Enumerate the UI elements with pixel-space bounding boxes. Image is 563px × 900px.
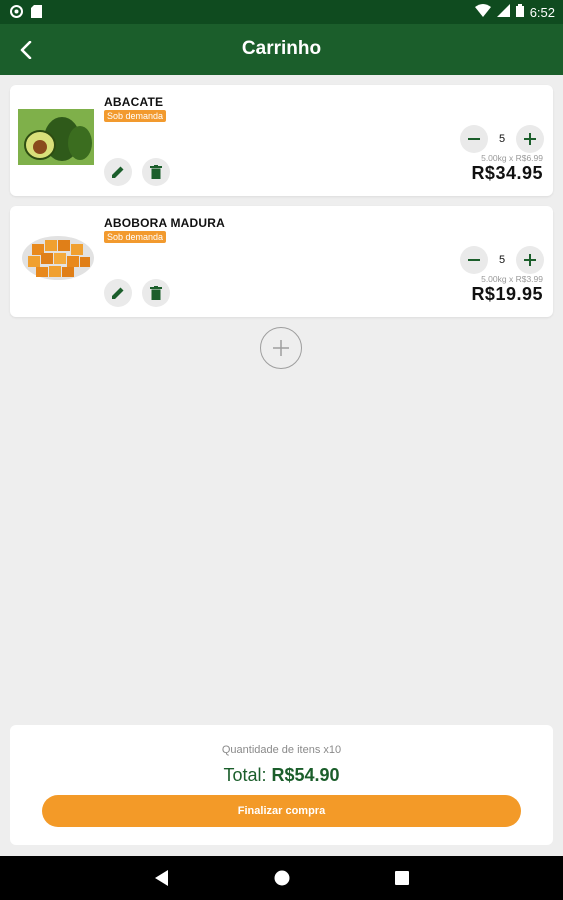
product-image-avocado [18,109,94,165]
sd-card-icon [31,5,42,23]
circle-home-icon [274,870,290,886]
quantity-value: 5 [498,254,506,266]
battery-icon [515,4,524,20]
pencil-icon [112,287,124,299]
minus-icon [468,259,480,261]
increase-quantity-button[interactable] [516,246,544,274]
total-label: Total: [223,765,267,785]
add-item-button[interactable] [260,327,302,369]
decrease-quantity-button[interactable] [460,246,488,274]
decrease-quantity-button[interactable] [460,125,488,153]
product-name: ABACATE [104,95,164,109]
product-name: ABOBORA MADURA [104,216,226,230]
plus-icon [273,340,289,356]
delete-button[interactable] [142,158,170,186]
nav-back-button[interactable] [150,866,174,890]
trash-icon [150,286,162,300]
pencil-icon [112,166,124,178]
delete-button[interactable] [142,279,170,307]
edit-button[interactable] [104,158,132,186]
unit-price-detail: 5.00kg x R$6.99 [481,153,543,163]
navigation-bar [0,856,563,900]
plus-icon [524,254,536,266]
items-count: Quantidade de itens x10 [221,744,342,756]
status-badge: Sob demanda [104,231,167,243]
minus-icon [468,138,480,140]
checkout-button[interactable]: Finalizar compra [42,795,521,827]
increase-quantity-button[interactable] [516,125,544,153]
item-price: R$34.95 [471,163,543,183]
product-image-pumpkin [18,230,94,286]
plus-icon [524,133,536,145]
quantity-value: 5 [498,133,506,145]
total-value: R$54.90 [271,765,340,785]
page-title: Carrinho [241,38,322,59]
notification-icon [10,5,23,23]
app-bar: Carrinho [0,24,563,75]
order-summary: Quantidade de itens x10 Total: R$54.90 F… [10,725,553,845]
triangle-back-icon [155,870,168,886]
cart-item: ABOBORA MADURA Sob demanda 5 5.00kg x R$… [10,206,553,317]
item-price: R$19.95 [471,284,543,304]
status-bar: 6:52 [0,0,563,24]
nav-recents-button[interactable] [390,866,414,890]
status-badge: Sob demanda [104,110,167,122]
edit-button[interactable] [104,279,132,307]
total-line: Total: R$54.90 [10,765,553,786]
square-recents-icon [395,871,409,885]
signal-icon [496,4,510,20]
unit-price-detail: 5.00kg x R$3.99 [481,274,543,284]
status-time: 6:52 [529,4,555,20]
wifi-icon [474,4,491,20]
nav-home-button[interactable] [270,866,294,890]
trash-icon [150,165,162,179]
cart-item: ABACATE Sob demanda 5 5.00kg x R$6.99 R$… [10,85,553,196]
